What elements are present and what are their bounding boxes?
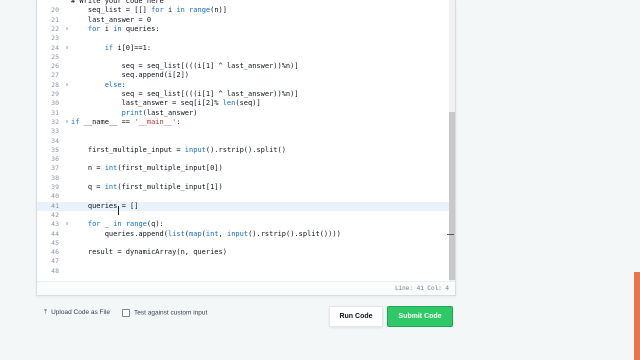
code-editor[interactable]: # Write your code here 20 seq_list = [[] … (36, 0, 456, 296)
code-text: seq.append(i[2]) (71, 71, 190, 80)
fold-chevron-icon[interactable]: ∨ (63, 81, 71, 90)
code-line[interactable]: 28 ∨ else: (37, 81, 449, 90)
custom-input-label: Test against custom input (134, 309, 208, 317)
code-line[interactable]: 31 print(last_answer) (37, 109, 449, 118)
line-number: 36 (51, 155, 59, 164)
code-line[interactable]: 22 ∨ for i in queries: (37, 25, 449, 34)
line-number: 25 (51, 52, 59, 61)
line-number: 32 (51, 117, 59, 126)
code-area[interactable]: # Write your code here 20 seq_list = [[] … (37, 0, 449, 282)
line-number: 29 (51, 90, 59, 98)
code-line[interactable]: 21 last_answer = 0 (37, 16, 449, 25)
code-line[interactable]: 43 ∨ for _ in range(q): (37, 220, 449, 229)
scrollbar-thumb[interactable] (449, 112, 455, 280)
code-text: queries = [] (71, 201, 139, 210)
line-number: 43 (51, 220, 59, 229)
code-text: else: (104, 80, 126, 89)
editor-status-bar: Line: 41 Col: 4 (37, 281, 455, 295)
code-text: last_answer = seq[i[2]% len(seq)] (71, 99, 261, 108)
line-number: 20 (51, 6, 59, 15)
code-line[interactable]: 44 queries.append(list(map(int, input().… (37, 230, 449, 239)
code-line[interactable]: 20 seq_list = [[] for i in range(n)] (37, 6, 449, 15)
code-line[interactable]: 33 (37, 127, 449, 136)
code-line[interactable]: 46 result = dynamicArray(n, queries) (37, 248, 449, 257)
code-text: q = int(first_multiple_input[1]) (71, 183, 223, 191)
code-text: queries.append(list(map(int, input().rst… (71, 229, 341, 238)
upload-code-link[interactable]: ⤒ Upload Code as File (44, 309, 110, 317)
line-number: 28 (51, 80, 59, 89)
code-text: seq = seq_list[(((i[1] ^ last_answer))%n… (71, 62, 299, 71)
code-line[interactable]: 42 (37, 211, 449, 220)
code-line[interactable]: 32 ∨ if __name__ == '__main__': (37, 118, 449, 127)
code-line[interactable]: 35 first_multiple_input = input().rstrip… (37, 146, 449, 155)
line-number: 22 (51, 24, 59, 33)
text-cursor (118, 206, 119, 215)
code-text: for i in queries: (87, 24, 160, 33)
code-text: n = int(first_multiple_input[0]) (71, 164, 223, 173)
code-line[interactable]: 39 q = int(first_multiple_input[1]) (37, 183, 449, 192)
code-text: print(last_answer) (121, 108, 198, 117)
code-line[interactable]: 23 (37, 34, 449, 43)
run-code-button[interactable]: Run Code (329, 306, 383, 327)
code-text: for _ in range(q): (87, 220, 164, 229)
line-number: 40 (51, 192, 59, 201)
code-line[interactable]: 24 ∨ if i[0]==1: (37, 44, 449, 53)
line-number: 48 (51, 266, 59, 275)
line-number: 42 (51, 210, 59, 219)
cursor-position: Line: 41 Col: 4 (394, 285, 449, 292)
code-text: seq_list = [[] for i in range(n)] (71, 6, 227, 15)
line-number: 45 (51, 238, 59, 247)
code-line[interactable]: 36 (37, 155, 449, 164)
line-number: 38 (51, 173, 59, 182)
side-accent-strip (634, 272, 640, 360)
divider (447, 234, 454, 235)
code-text: last_answer = 0 (71, 15, 152, 24)
fold-chevron-icon[interactable]: ∨ (63, 25, 71, 34)
line-number: 33 (51, 127, 59, 136)
line-number: 27 (51, 71, 59, 80)
custom-input-checkbox[interactable] (122, 309, 130, 317)
code-line[interactable]: 34 (37, 137, 449, 146)
upload-label: Upload Code as File (51, 309, 111, 316)
line-number: 34 (51, 136, 59, 145)
code-line[interactable]: 37 n = int(first_multiple_input[0]) (37, 164, 449, 173)
fold-chevron-icon[interactable]: ∨ (63, 118, 71, 127)
line-number: 35 (51, 145, 59, 154)
code-line[interactable]: 29 seq = seq_list[(((i[1] ^ last_answer)… (37, 90, 449, 99)
code-line[interactable]: 27 seq.append(i[2]) (37, 71, 449, 80)
line-number: 46 (51, 248, 59, 257)
code-line[interactable]: 30 last_answer = seq[i[2]% len(seq)] (37, 99, 449, 108)
line-number: 21 (51, 15, 59, 24)
submit-code-button[interactable]: Submit Code (387, 306, 453, 327)
line-number: 31 (51, 108, 59, 117)
code-text: if __name__ == '__main__': (71, 117, 181, 126)
line-number: 23 (51, 34, 59, 43)
line-number: 30 (51, 99, 59, 108)
code-line[interactable]: 25 (37, 53, 449, 62)
fold-chevron-icon[interactable]: ∨ (63, 220, 71, 229)
upload-icon: ⤒ (44, 309, 48, 316)
code-line[interactable]: 40 (37, 192, 449, 201)
line-number: 24 (51, 43, 59, 52)
fold-chevron-icon[interactable]: ∨ (63, 44, 71, 53)
line-number: 47 (51, 257, 59, 266)
line-number: 39 (51, 183, 59, 191)
code-text: if i[0]==1: (104, 43, 152, 52)
code-text: result = dynamicArray(n, queries) (71, 248, 227, 257)
code-line[interactable]: 26 seq = seq_list[(((i[1] ^ last_answer)… (37, 62, 449, 71)
code-line[interactable]: 41 queries = [] (37, 201, 449, 211)
line-number: 26 (51, 62, 59, 71)
editor-scrollbar[interactable] (449, 0, 455, 282)
code-text: seq = seq_list[(((i[1] ^ last_answer))%n… (71, 90, 299, 98)
custom-input-toggle[interactable]: Test against custom input (122, 309, 207, 317)
code-text: first_multiple_input = input().rstrip().… (71, 145, 286, 154)
code-line[interactable]: 38 (37, 174, 449, 183)
code-line[interactable]: 45 (37, 239, 449, 248)
line-number: 37 (51, 164, 59, 173)
line-number: 41 (51, 201, 59, 210)
code-line[interactable]: 48 (37, 267, 449, 276)
line-number: 44 (51, 229, 59, 238)
code-line[interactable]: 47 (37, 257, 449, 266)
